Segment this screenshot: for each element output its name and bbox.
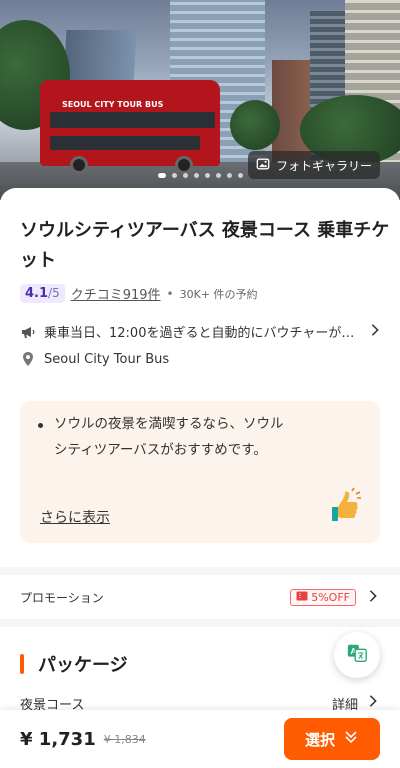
rating-row: 4.1/5 クチコミ919件 • 30K+ 件の予約 (20, 284, 258, 303)
chevron-right-icon (368, 322, 382, 341)
separator: • (166, 286, 174, 301)
rating-max: /5 (48, 286, 60, 300)
notice-row[interactable]: 乗車当日、12:00を過ぎると自動的にバウチャーが… (20, 322, 382, 341)
image-pager (158, 173, 243, 178)
bullet (38, 423, 43, 428)
bus-sign: SEOUL CITY TOUR BUS (62, 100, 164, 109)
pager-dot (216, 173, 221, 178)
gallery-label: フォトギャラリー (275, 158, 372, 173)
package-title: パッケージ (38, 655, 128, 676)
show-more-link[interactable]: さらに表示 (40, 507, 110, 527)
notice-text: 乗車当日、12:00を過ぎると自動的にバウチャーが… (44, 326, 355, 341)
tour-bus: SEOUL CITY TOUR BUS (40, 80, 220, 174)
highlight-text: ソウルの夜景を満喫するなら、ソウルシティツアーバスがおすすめです。 (54, 416, 284, 458)
megaphone-icon (20, 324, 36, 340)
rating-badge: 4.1/5 (20, 284, 65, 303)
rating-value: 4.1 (25, 286, 49, 301)
discount-badge: 5%OFF (290, 588, 356, 606)
accent-bar (20, 654, 24, 674)
chevron-double-down-icon (343, 729, 359, 749)
pager-dot (183, 173, 188, 178)
select-button[interactable]: 選択 (284, 718, 380, 760)
discount-text: 5%OFF (311, 590, 350, 604)
location-text: Seoul City Tour Bus (44, 351, 170, 367)
original-price: ¥ 1,834 (103, 732, 146, 746)
bookings-count: 30K+ 件の予約 (179, 287, 258, 301)
thumbs-up-icon (326, 485, 366, 525)
tree (230, 100, 280, 150)
package-heading: パッケージ (20, 651, 128, 677)
translate-button[interactable]: A (334, 632, 380, 678)
section-divider (0, 619, 400, 627)
current-price: ¥ 1,731 (20, 728, 96, 750)
bottom-bar: ¥ 1,731 ¥ 1,834 選択 (0, 710, 400, 768)
location-pin-icon (20, 351, 36, 367)
pager-dot (158, 173, 166, 178)
hero-image[interactable]: SEOUL CITY TOUR BUS フォトギャラリー (0, 0, 400, 200)
pager-dot (172, 173, 177, 178)
section-divider (0, 567, 400, 575)
pager-dot (205, 173, 210, 178)
bus-wheel (175, 156, 193, 174)
pager-dot (227, 173, 232, 178)
highlight-box: ソウルの夜景を満喫するなら、ソウルシティツアーバスがおすすめです。 さらに表示 (20, 401, 380, 543)
coupon-icon (296, 591, 308, 604)
bus-window (50, 112, 215, 128)
promotion-label: プロモーション (20, 590, 104, 605)
select-label: 選択 (304, 730, 335, 749)
image-icon (256, 157, 270, 174)
pager-dot (238, 173, 243, 178)
promotion-row[interactable]: プロモーション 5%OFF (0, 575, 400, 619)
bus-wheel (70, 156, 88, 174)
reviews-link[interactable]: クチコミ919件 (71, 284, 161, 303)
product-card: ソウルシティツアーバス 夜景コース 乗車チケット 4.1/5 クチコミ919件 … (0, 188, 400, 568)
location-row[interactable]: Seoul City Tour Bus (20, 351, 382, 367)
product-title: ソウルシティツアーバス 夜景コース 乗車チケット (20, 220, 390, 271)
bus-window (50, 136, 200, 150)
translate-icon: A (346, 642, 368, 668)
chevron-right-icon (366, 588, 380, 607)
photo-gallery-button[interactable]: フォトギャラリー (247, 151, 380, 179)
pager-dot (194, 173, 199, 178)
